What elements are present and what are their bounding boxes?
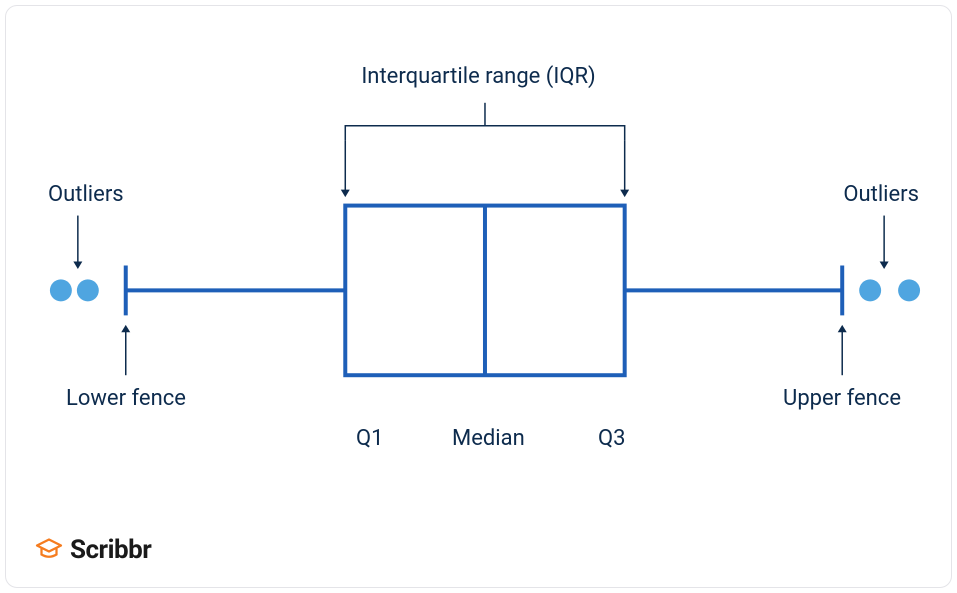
label-iqr: Interquartile range (IQR) [361, 64, 595, 89]
label-lower-fence: Lower fence [66, 386, 186, 411]
outlier-dot [50, 279, 72, 301]
label-q3: Q3 [598, 426, 626, 451]
iqr-bracket [345, 126, 624, 141]
label-upper-fence: Upper fence [783, 386, 901, 411]
brand-logo: Scribbr [34, 535, 151, 565]
boxplot-svg [6, 6, 951, 588]
outlier-dot [77, 279, 99, 301]
label-median: Median [452, 426, 525, 451]
graduation-cap-icon [34, 535, 64, 565]
outlier-dot [859, 279, 881, 301]
outlier-dot [898, 279, 920, 301]
diagram-frame: Interquartile range (IQR) Outliers Outli… [5, 5, 952, 588]
label-q1: Q1 [356, 426, 384, 451]
brand-name: Scribbr [70, 535, 151, 565]
label-outliers-right: Outliers [843, 182, 919, 207]
label-outliers-left: Outliers [48, 182, 124, 207]
